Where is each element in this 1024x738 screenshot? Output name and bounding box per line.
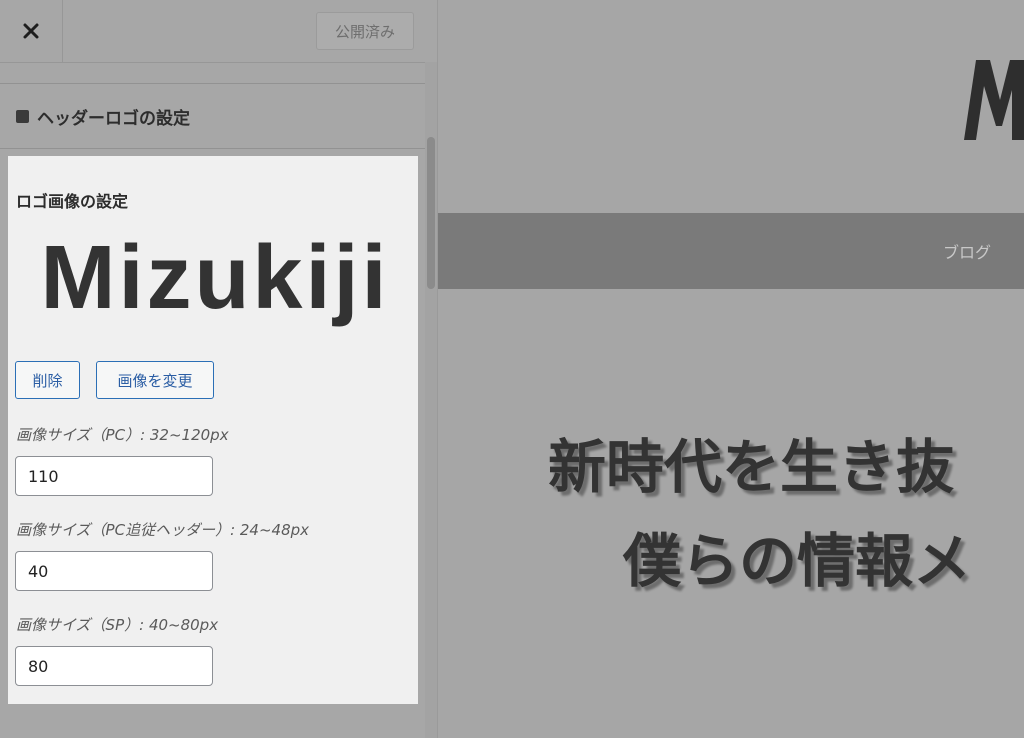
delete-button[interactable]: 削除 (15, 361, 80, 399)
panel-header: 公開済み (0, 0, 437, 63)
panel-scrollbar[interactable] (425, 62, 437, 738)
nav-bar: ブログ (438, 213, 1024, 289)
customizer-panel: 公開済み ヘッダーロゴの設定 ロゴ画像の設定 Mizukiji 削除 画像を変更… (0, 0, 438, 738)
pc-sticky-size-input[interactable] (15, 551, 213, 591)
customizer-screen: 公開済み ヘッダーロゴの設定 ロゴ画像の設定 Mizukiji 削除 画像を変更… (0, 0, 1024, 738)
close-button[interactable] (0, 0, 63, 62)
logo-control-box: ロゴ画像の設定 Mizukiji 削除 画像を変更 画像サイズ（PC）: 32~… (8, 156, 418, 704)
nav-item-blog[interactable]: ブログ (943, 239, 991, 263)
pc-size-label: 画像サイズ（PC）: 32~120px (16, 426, 229, 444)
close-icon (22, 22, 40, 40)
section-title-text: ヘッダーロゴの設定 (37, 108, 190, 129)
site-preview: ブログ 新時代を生き抜 僕らの情報メ (438, 0, 1024, 738)
pc-size-input[interactable] (15, 456, 213, 496)
hero-line-2: 僕らの情報メ (623, 527, 972, 595)
sp-size-label: 画像サイズ（SP）: 40~80px (16, 616, 219, 634)
hero-line-1: 新時代を生き抜 (548, 433, 955, 501)
change-image-button[interactable]: 画像を変更 (96, 361, 214, 399)
pc-sticky-size-label: 画像サイズ（PC追従ヘッダー）: 24~48px (16, 521, 310, 539)
site-logo[interactable] (960, 56, 1024, 146)
logo-image-label: ロゴ画像の設定 (16, 192, 129, 211)
logo-preview-text: Mizukiji (40, 228, 389, 328)
sp-size-input[interactable] (15, 646, 213, 686)
square-icon (16, 109, 29, 123)
logo-preview-image: Mizukiji (40, 228, 389, 328)
published-button[interactable]: 公開済み (316, 12, 414, 50)
scrollbar-thumb[interactable] (427, 137, 435, 289)
section-title: ヘッダーロゴの設定 (0, 83, 425, 149)
